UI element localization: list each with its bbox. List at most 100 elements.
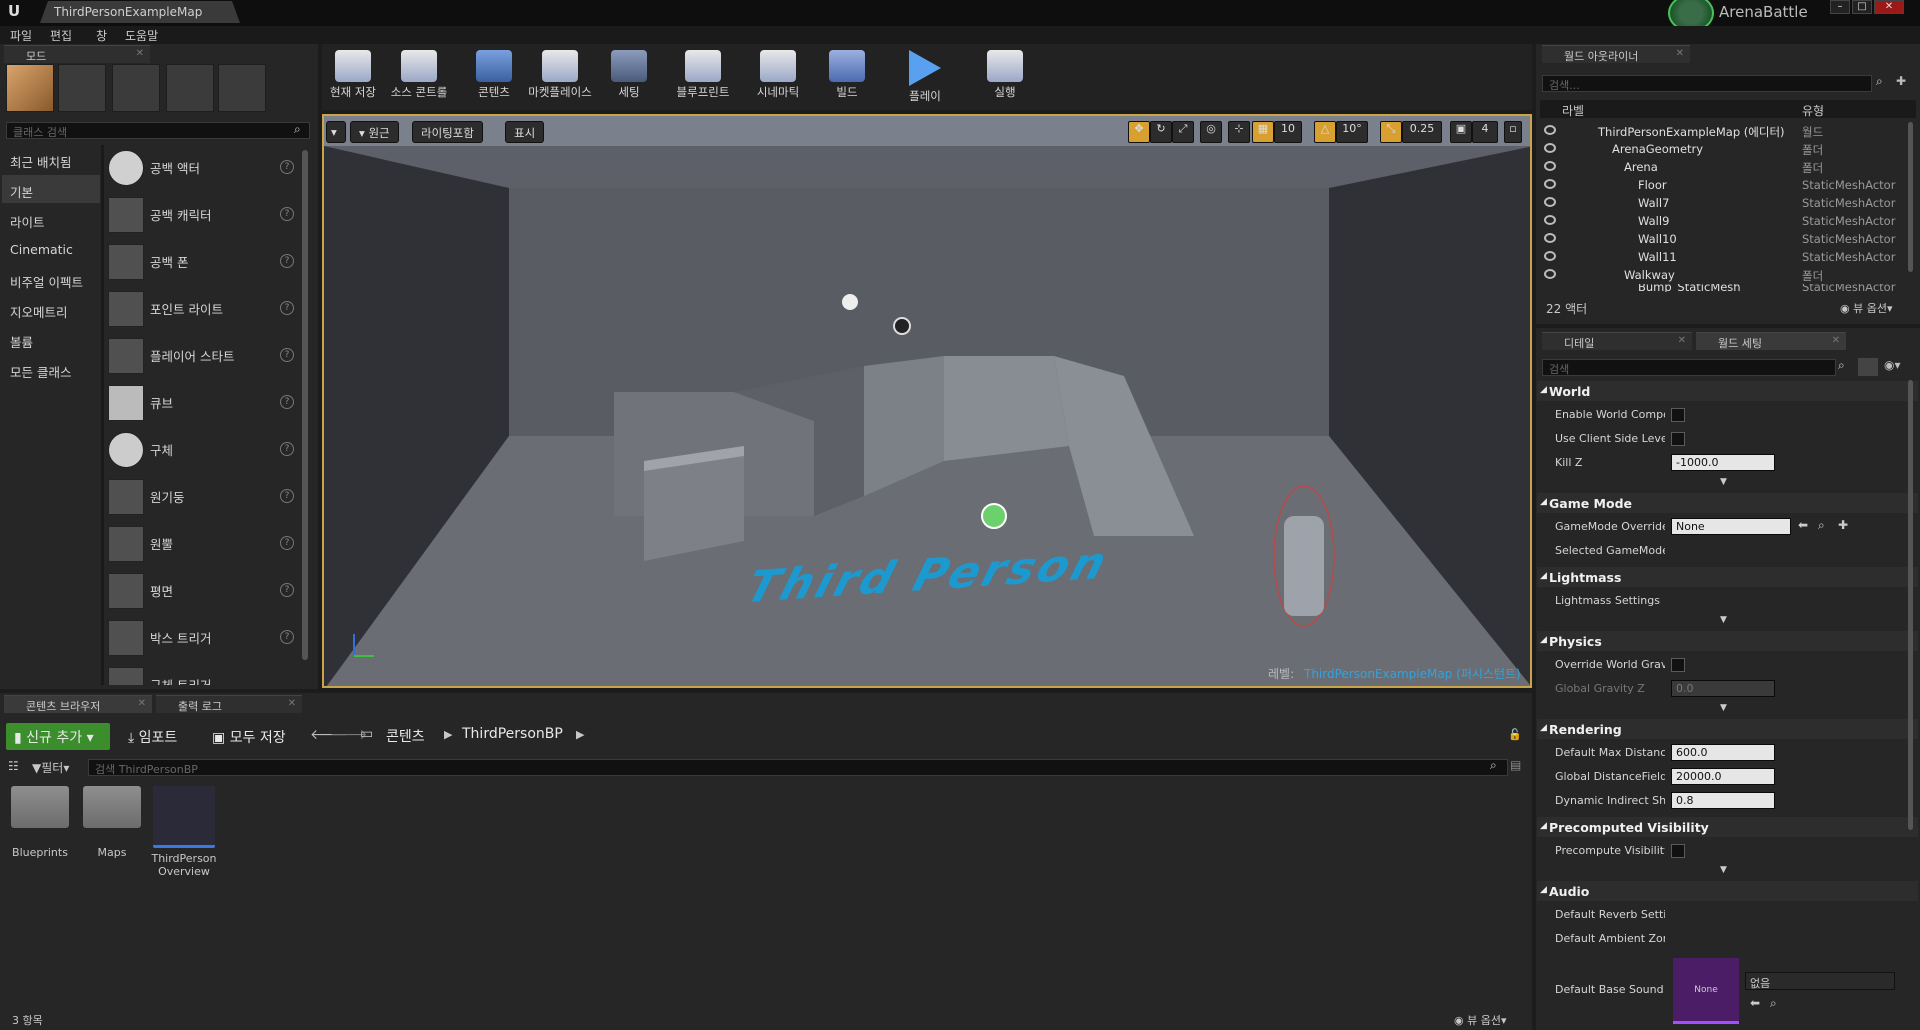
close-icon[interactable]: ✕ (1874, 0, 1904, 14)
menu-edit[interactable]: 편집 (50, 27, 72, 44)
tab-content-browser[interactable]: 콘텐츠 브라우저 ✕ (4, 695, 152, 713)
outliner-row[interactable]: Wall10 StaticMeshActor (1542, 230, 1912, 248)
expand-arrow-icon[interactable]: ▼ (1720, 615, 1727, 625)
content-search-input[interactable]: 검색 ThirdPersonBP (88, 759, 1508, 776)
expand-arrow-icon[interactable]: ▼ (1720, 477, 1727, 487)
checkbox[interactable] (1671, 432, 1685, 446)
tab-details[interactable]: 디테일 ✕ (1542, 332, 1692, 350)
geometry-mode-icon[interactable] (218, 64, 266, 112)
column-type[interactable]: 유형 (1802, 102, 1824, 119)
property-matrix-icon[interactable] (1858, 358, 1878, 376)
pin-icon[interactable]: ✚ (1896, 74, 1906, 88)
maximize-viewport-icon[interactable]: ▫ (1504, 121, 1522, 143)
section-game-mode[interactable]: ◢ Game Mode (1537, 493, 1918, 513)
place-sphere[interactable]: 구체? (104, 428, 300, 472)
content-view-options[interactable]: ◉ 뷰 옵션▾ (1454, 1012, 1507, 1028)
perspective-button[interactable]: ▾ 원근 (350, 121, 399, 143)
outliner-row[interactable]: Floor StaticMeshActor (1542, 176, 1912, 194)
save-search-icon[interactable]: ▤ (1510, 758, 1521, 772)
section-rendering[interactable]: ◢ Rendering (1537, 719, 1918, 739)
menu-file[interactable]: 파일 (10, 27, 32, 44)
place-point-light[interactable]: 포인트 라이트? (104, 287, 300, 331)
place-cylinder[interactable]: 원기둥? (104, 475, 300, 519)
scale-snap-icon[interactable]: ⤡ (1380, 121, 1402, 143)
maximize-icon[interactable]: □ (1852, 0, 1872, 14)
gamemode-select[interactable]: None (1671, 518, 1791, 535)
details-search-input[interactable]: 검색 (1542, 359, 1836, 376)
translate-tool-icon[interactable]: ✥ (1128, 121, 1150, 143)
grid-snap-icon[interactable]: ▦ (1252, 121, 1274, 143)
section-precomputed-visibility[interactable]: ◢ Precomputed Visibility (1537, 817, 1918, 837)
marketplace-button[interactable]: 마켓플레이스 (522, 46, 598, 104)
add-icon[interactable]: ✚ (1838, 518, 1848, 532)
prop-default-ambient-zone[interactable]: Default Ambient Zone (1537, 927, 1918, 951)
breadcrumb-root[interactable]: 콘텐츠 (386, 726, 425, 746)
settings-button[interactable]: 세팅 (606, 46, 652, 104)
browse-icon[interactable]: ⌕ (1770, 996, 1777, 1011)
place-mode-icon[interactable] (6, 64, 54, 112)
save-all-button[interactable]: ▣ 모두 저장 (204, 723, 298, 750)
scale-tool-icon[interactable]: ⤢ (1172, 121, 1194, 143)
tab-world-outliner[interactable]: 월드 아웃라이너 ✕ (1542, 45, 1690, 63)
rotate-tool-icon[interactable]: ↻ (1150, 121, 1172, 143)
grid-snap-value[interactable]: 10 (1274, 121, 1302, 143)
prop-selected-gamemode[interactable]: Selected GameMode (1537, 539, 1918, 563)
outliner-row[interactable]: ThirdPersonExampleMap (에디터) 월드 (1542, 122, 1912, 140)
landscape-mode-icon[interactable] (112, 64, 160, 112)
paint-mode-icon[interactable] (58, 64, 106, 112)
category-lights[interactable]: 라이트 (2, 205, 100, 233)
section-lightmass[interactable]: ◢ Lightmass (1537, 567, 1918, 587)
add-new-button[interactable]: ▮ 신규 추가 ▾ (6, 723, 110, 750)
source-control-button[interactable]: 소스 콘트롤 (385, 46, 453, 104)
arrow-left-icon[interactable]: ⬅ (1750, 996, 1760, 1010)
asset-folder-blueprints[interactable]: Blueprints (8, 786, 72, 859)
rotation-snap-value[interactable]: 10° (1336, 121, 1368, 143)
distance-field-input[interactable]: 20000.0 (1671, 768, 1775, 785)
outliner-row[interactable]: Wall7 StaticMeshActor (1542, 194, 1912, 212)
modes-scrollbar[interactable] (302, 150, 308, 660)
expand-arrow-icon[interactable]: ▼ (1720, 703, 1727, 713)
place-empty-character[interactable]: 공백 캐릭터? (104, 193, 300, 237)
category-all-classes[interactable]: 모든 클래스 (2, 355, 100, 383)
indirect-shadow-input[interactable]: 0.8 (1671, 792, 1775, 809)
checkbox[interactable] (1671, 844, 1685, 858)
place-empty-actor[interactable]: 공백 액터? (104, 146, 300, 190)
camera-speed-icon[interactable]: ▣ (1450, 121, 1472, 143)
prop-lightmass-settings[interactable]: Lightmass Settings (1537, 589, 1918, 613)
browse-icon[interactable]: ⌕ (1818, 518, 1825, 533)
menu-help[interactable]: 도움말 (125, 27, 158, 44)
rotation-snap-icon[interactable]: △ (1314, 121, 1336, 143)
foliage-mode-icon[interactable] (166, 64, 214, 112)
scale-snap-value[interactable]: 0.25 (1402, 121, 1442, 143)
category-cinematic[interactable]: Cinematic (2, 235, 100, 263)
details-scrollbar[interactable] (1908, 380, 1913, 830)
launch-button[interactable]: 실행 (978, 46, 1032, 104)
breadcrumb-folder[interactable]: ThirdPersonBP (462, 726, 563, 742)
tab-world-settings[interactable]: 월드 세팅 ✕ (1696, 332, 1846, 350)
max-distance-input[interactable]: 600.0 (1671, 744, 1775, 761)
minimize-icon[interactable]: – (1830, 0, 1850, 14)
lit-mode-button[interactable]: 라이팅포함 (412, 121, 483, 143)
outliner-row[interactable]: Bump_StaticMesh StaticMeshActor (1542, 284, 1912, 292)
category-geometry[interactable]: 지오메트리 (2, 295, 100, 323)
category-basic[interactable]: 기본 (2, 175, 100, 203)
sound-mix-select[interactable]: 없음 (1745, 972, 1895, 990)
outliner-row[interactable]: Wall11 StaticMeshActor (1542, 248, 1912, 266)
checkbox[interactable] (1671, 408, 1685, 422)
expand-arrow-icon[interactable]: ▼ (1720, 865, 1727, 875)
menu-window[interactable]: 창 (96, 27, 107, 44)
outliner-search-input[interactable]: 검색... (1542, 75, 1872, 92)
checkbox[interactable] (1671, 658, 1685, 672)
build-button[interactable]: 빌드 (820, 46, 874, 104)
outliner-row[interactable]: Arena 폴더 (1542, 158, 1912, 176)
place-sphere-trigger[interactable]: 구체 트리거 (104, 663, 300, 685)
place-player-start[interactable]: 플레이어 스타트? (104, 334, 300, 378)
document-tab[interactable]: ThirdPersonExampleMap (40, 1, 240, 23)
filter-button[interactable]: ▼필터▾ (32, 759, 69, 776)
cinematics-button[interactable]: 시네마틱 (748, 46, 808, 104)
sound-mix-thumbnail[interactable]: None (1673, 958, 1739, 1024)
category-recent[interactable]: 최근 배치됨 (2, 145, 100, 173)
gravity-z-input[interactable]: 0.0 (1671, 680, 1775, 697)
asset-thirdperson-overview[interactable]: ThirdPerson Overview (150, 786, 218, 878)
play-button[interactable]: 플레이 (898, 46, 952, 104)
